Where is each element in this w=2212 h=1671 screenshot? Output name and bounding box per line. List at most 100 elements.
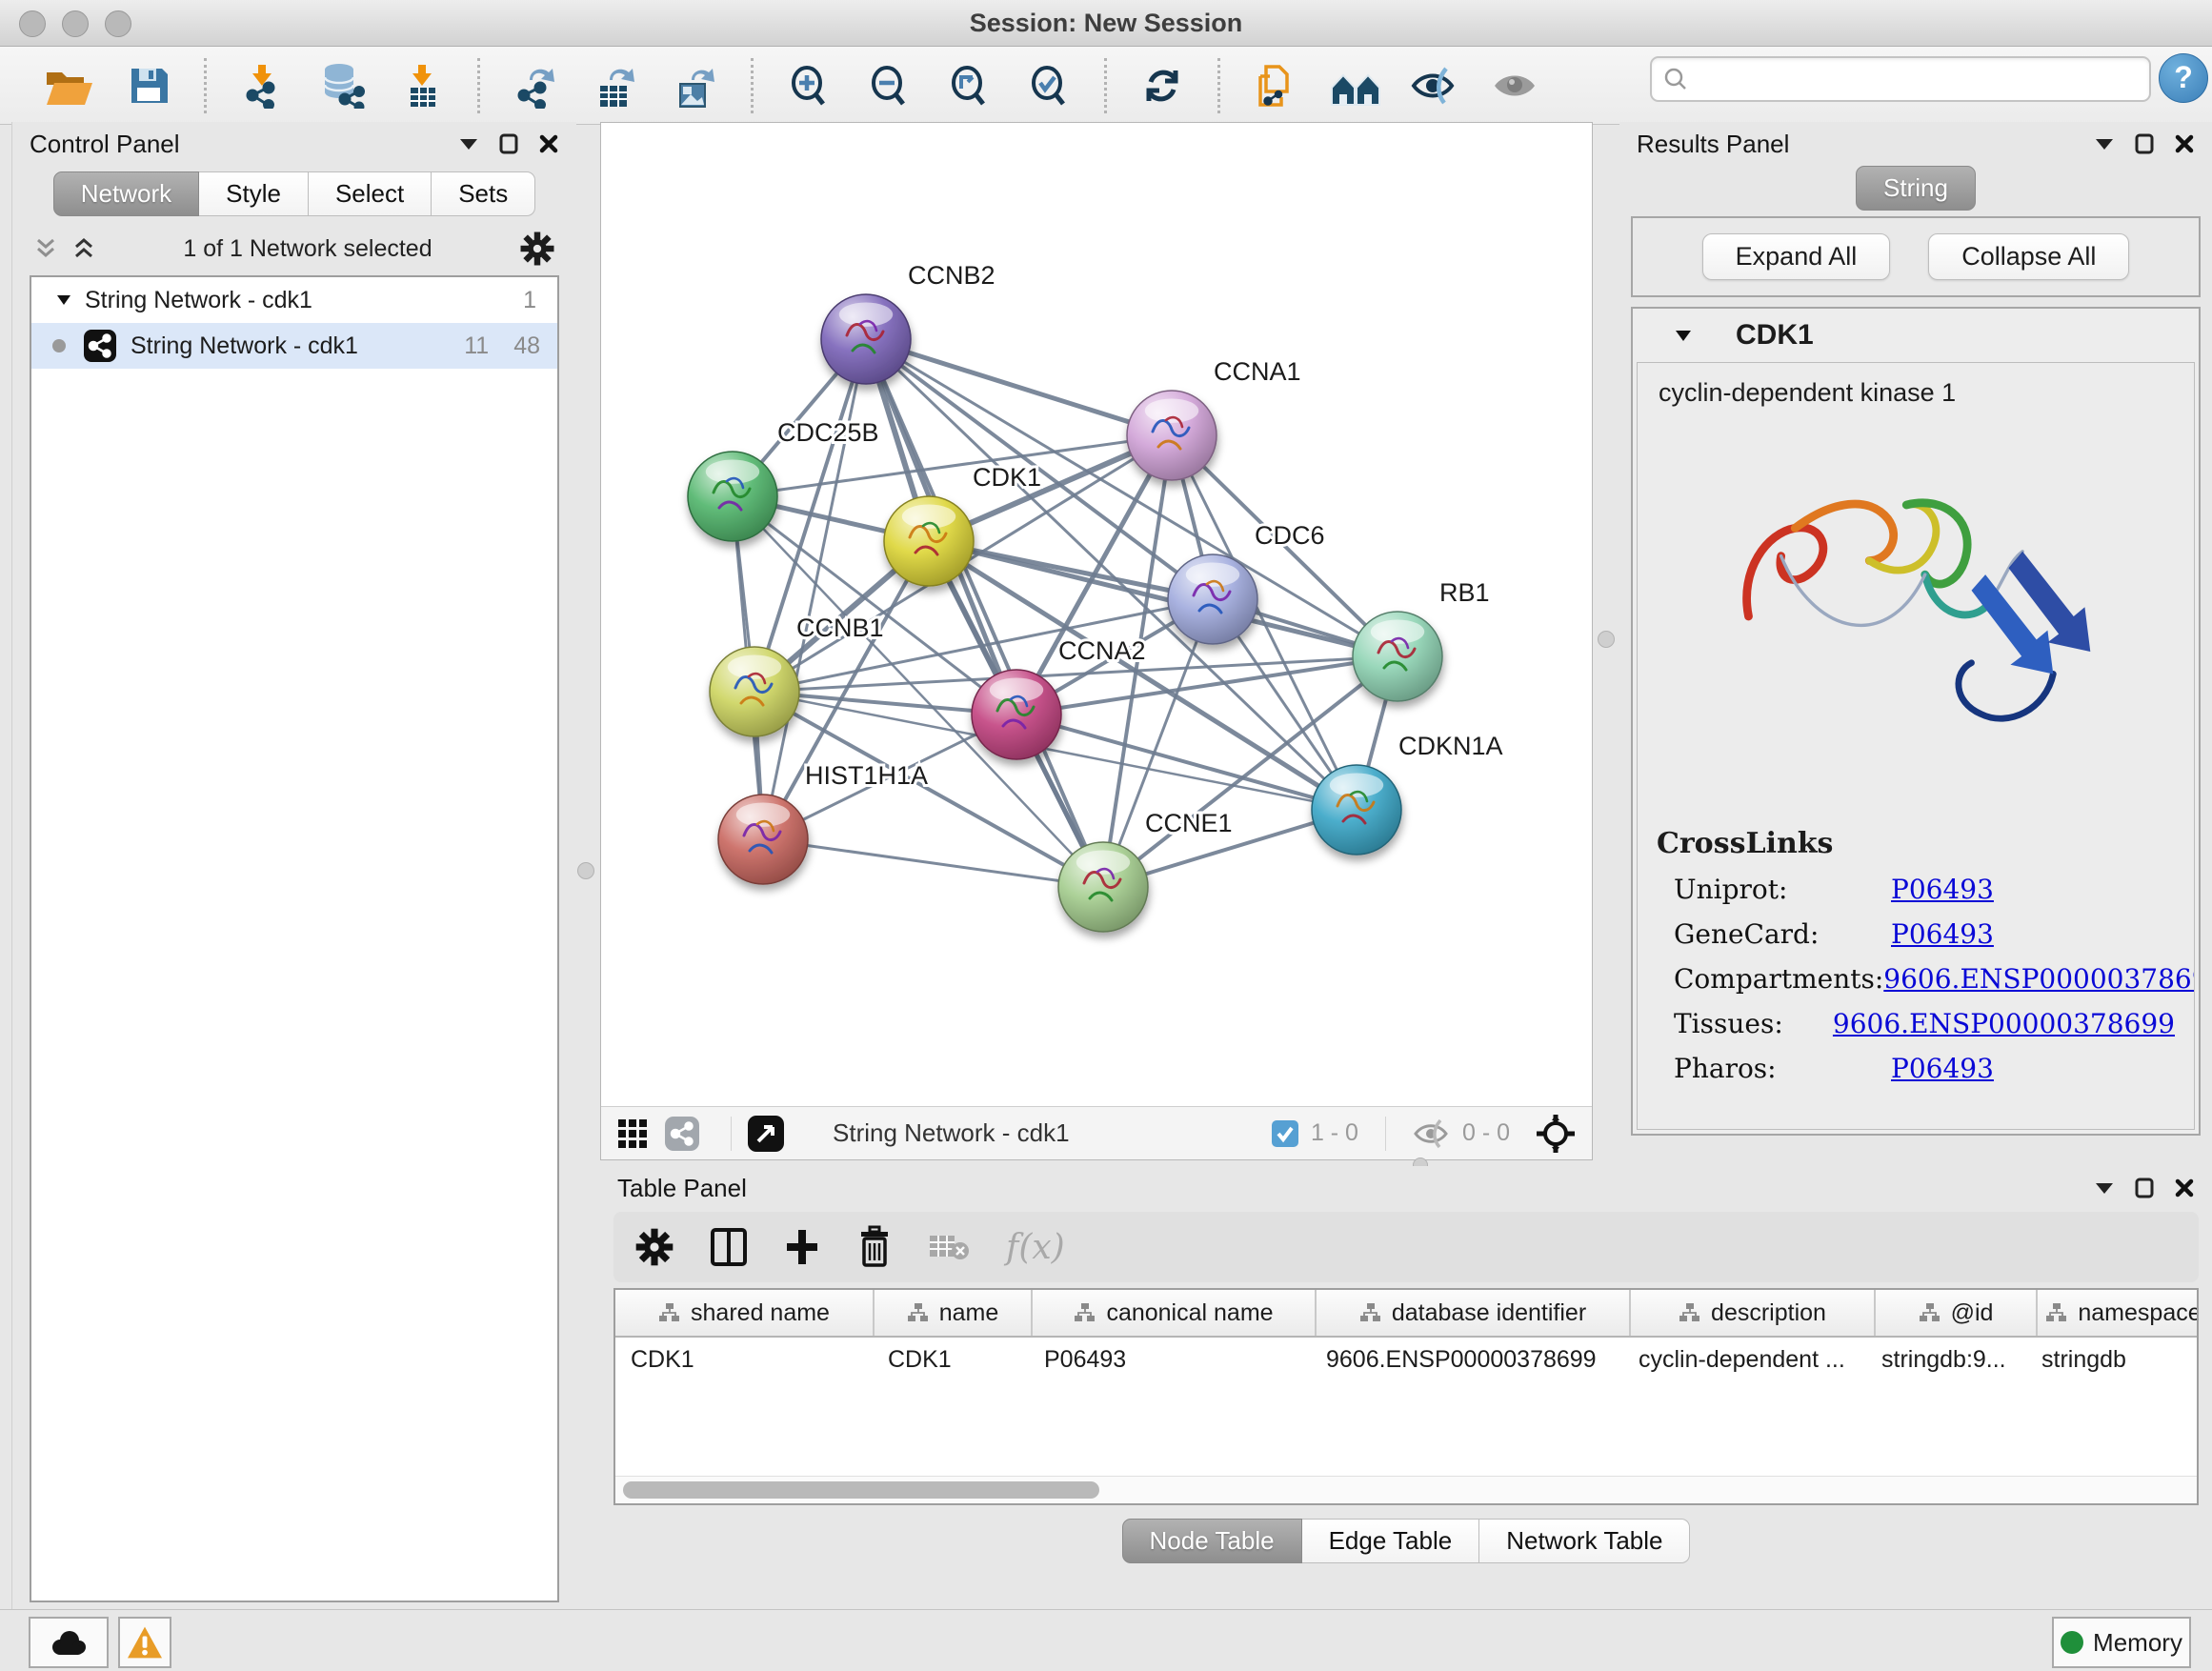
- network-node-RB1[interactable]: RB1: [1353, 578, 1490, 701]
- tab-style[interactable]: Style: [199, 171, 309, 216]
- tab-sets[interactable]: Sets: [432, 171, 535, 216]
- delete-column-icon[interactable]: [855, 1225, 894, 1269]
- share-network-badge-icon[interactable]: [664, 1116, 700, 1152]
- delete-table-icon[interactable]: [928, 1230, 972, 1264]
- birdseye-view-icon[interactable]: [747, 1115, 785, 1153]
- table-horizontal-scrollbar[interactable]: [615, 1476, 2197, 1503]
- new-network-from-selection-icon[interactable]: [1249, 57, 1302, 114]
- tab-node-table[interactable]: Node Table: [1122, 1519, 1302, 1563]
- tab-select[interactable]: Select: [309, 171, 432, 216]
- tab-network-table[interactable]: Network Table: [1479, 1519, 1690, 1563]
- table-row[interactable]: CDK1CDK1P064939606.ENSP00000378699cyclin…: [615, 1338, 2197, 1381]
- node-result-header[interactable]: CDK1: [1633, 309, 2199, 362]
- current-network-dot-icon: [52, 339, 66, 352]
- table-cell: stringdb: [2026, 1346, 2198, 1374]
- table-settings-gear-icon[interactable]: [634, 1227, 674, 1267]
- network-node-CCNE1[interactable]: CCNE1: [1058, 809, 1233, 932]
- column-header-description[interactable]: description: [1631, 1290, 1876, 1336]
- title-bar: Session: New Session: [0, 0, 2212, 47]
- tab-edge-table[interactable]: Edge Table: [1302, 1519, 1480, 1563]
- crosslink-link[interactable]: P06493: [1891, 918, 1994, 950]
- memory-status-dot-icon: [2061, 1631, 2083, 1654]
- hidden-count-eye-icon[interactable]: [1413, 1118, 1451, 1149]
- panel-menu-icon[interactable]: [2094, 1181, 2115, 1195]
- network-node-CDKN1A[interactable]: CDKN1A: [1312, 732, 1503, 855]
- network-canvas[interactable]: CCNB2 CCNA1 CDC25B: [601, 123, 1590, 1104]
- column-header-name[interactable]: name: [875, 1290, 1033, 1336]
- crosslink-link[interactable]: 9606.ENSP00000378699: [1833, 1008, 2175, 1039]
- function-builder-button[interactable]: f(x): [1006, 1228, 1065, 1267]
- tree-expander-icon[interactable]: [56, 294, 71, 306]
- right-divider-handle[interactable]: [1598, 631, 1615, 648]
- table-cell: cyclin-dependent ...: [1623, 1346, 1866, 1374]
- network-node-CCNB1[interactable]: CCNB1: [710, 614, 884, 736]
- zoom-in-icon[interactable]: [782, 57, 835, 114]
- export-image-icon[interactable]: [669, 57, 722, 114]
- zoom-out-icon[interactable]: [862, 57, 915, 114]
- network-collection-row[interactable]: String Network - cdk1 1: [31, 277, 557, 323]
- crosslink-label: Pharos:: [1674, 1053, 1891, 1084]
- column-header-shared-name[interactable]: shared name: [615, 1290, 875, 1336]
- crosslink-link[interactable]: P06493: [1891, 1053, 1994, 1084]
- collapse-all-chevron-icon[interactable]: [33, 236, 58, 261]
- memory-button[interactable]: Memory: [2052, 1617, 2191, 1668]
- table-toolbar: f(x): [613, 1212, 2199, 1282]
- network-node-CCNA1[interactable]: CCNA1: [1127, 357, 1301, 480]
- table-cell: stringdb:9...: [1866, 1346, 2026, 1374]
- zoom-selected-icon[interactable]: [1022, 57, 1076, 114]
- help-button[interactable]: ?: [2159, 53, 2208, 103]
- float-panel-icon[interactable]: [2134, 1177, 2155, 1199]
- column-header-@id[interactable]: @id: [1876, 1290, 2038, 1336]
- float-panel-icon[interactable]: [2134, 132, 2155, 155]
- grid-view-icon[interactable]: [616, 1117, 649, 1150]
- expand-all-button[interactable]: Expand All: [1702, 233, 1891, 280]
- create-column-icon[interactable]: [783, 1226, 821, 1268]
- node-label-CCNB1: CCNB1: [796, 614, 884, 642]
- import-table-from-file-icon[interactable]: [395, 57, 449, 114]
- panel-menu-icon[interactable]: [458, 137, 479, 151]
- crosslink-link[interactable]: P06493: [1891, 874, 1994, 905]
- crosslink-label: Compartments:: [1674, 963, 1883, 995]
- node-label-HIST1H1A: HIST1H1A: [805, 761, 928, 790]
- network-options-gear-icon[interactable]: [519, 231, 555, 267]
- table-cell: CDK1: [615, 1346, 873, 1374]
- refresh-view-icon[interactable]: [1136, 57, 1189, 114]
- collapse-all-button[interactable]: Collapse All: [1928, 233, 2129, 280]
- crosshair-icon[interactable]: [1535, 1113, 1577, 1155]
- import-network-from-file-icon[interactable]: [235, 57, 289, 114]
- scrollbar-thumb[interactable]: [623, 1481, 1099, 1499]
- first-neighbors-icon[interactable]: [1329, 57, 1382, 114]
- toolbar-search[interactable]: [1650, 56, 2151, 102]
- tab-network[interactable]: Network: [53, 171, 199, 216]
- column-header-database-identifier[interactable]: database identifier: [1317, 1290, 1631, 1336]
- tab-string[interactable]: String: [1856, 166, 1976, 211]
- panel-menu-icon[interactable]: [2094, 137, 2115, 151]
- selected-count-checkbox-icon[interactable]: [1271, 1119, 1299, 1148]
- import-network-from-database-icon[interactable]: [315, 57, 369, 114]
- card-expander-icon[interactable]: [1675, 330, 1692, 342]
- show-all-eye-icon[interactable]: [1489, 57, 1542, 114]
- column-header-label: description: [1711, 1299, 1826, 1327]
- close-panel-icon[interactable]: [538, 133, 559, 154]
- column-header-canonical-name[interactable]: canonical name: [1033, 1290, 1317, 1336]
- zoom-fit-icon[interactable]: [942, 57, 995, 114]
- open-file-icon[interactable]: [42, 57, 95, 114]
- network-row-selected[interactable]: String Network - cdk1 11 48: [31, 323, 557, 369]
- column-header-namespace[interactable]: namespace: [2038, 1290, 2199, 1336]
- show-columns-icon[interactable]: [709, 1226, 749, 1268]
- cloud-status-button[interactable]: [29, 1617, 109, 1668]
- float-panel-icon[interactable]: [498, 132, 519, 155]
- save-session-icon[interactable]: [122, 57, 175, 114]
- left-divider-handle[interactable]: [577, 862, 594, 879]
- close-panel-icon[interactable]: [2174, 133, 2195, 154]
- close-panel-icon[interactable]: [2174, 1178, 2195, 1198]
- export-network-icon[interactable]: [509, 57, 562, 114]
- search-input[interactable]: [1698, 64, 2138, 95]
- control-panel: Control Panel Network Style Select Sets …: [11, 122, 576, 1614]
- warning-button[interactable]: [118, 1617, 171, 1668]
- expand-all-chevron-icon[interactable]: [71, 236, 96, 261]
- export-table-icon[interactable]: [589, 57, 642, 114]
- crosslink-link[interactable]: 9606.ENSP00000378699: [1883, 963, 2195, 995]
- hide-selected-eye-slash-icon[interactable]: [1409, 57, 1462, 114]
- network-node-HIST1H1A[interactable]: HIST1H1A: [718, 761, 928, 884]
